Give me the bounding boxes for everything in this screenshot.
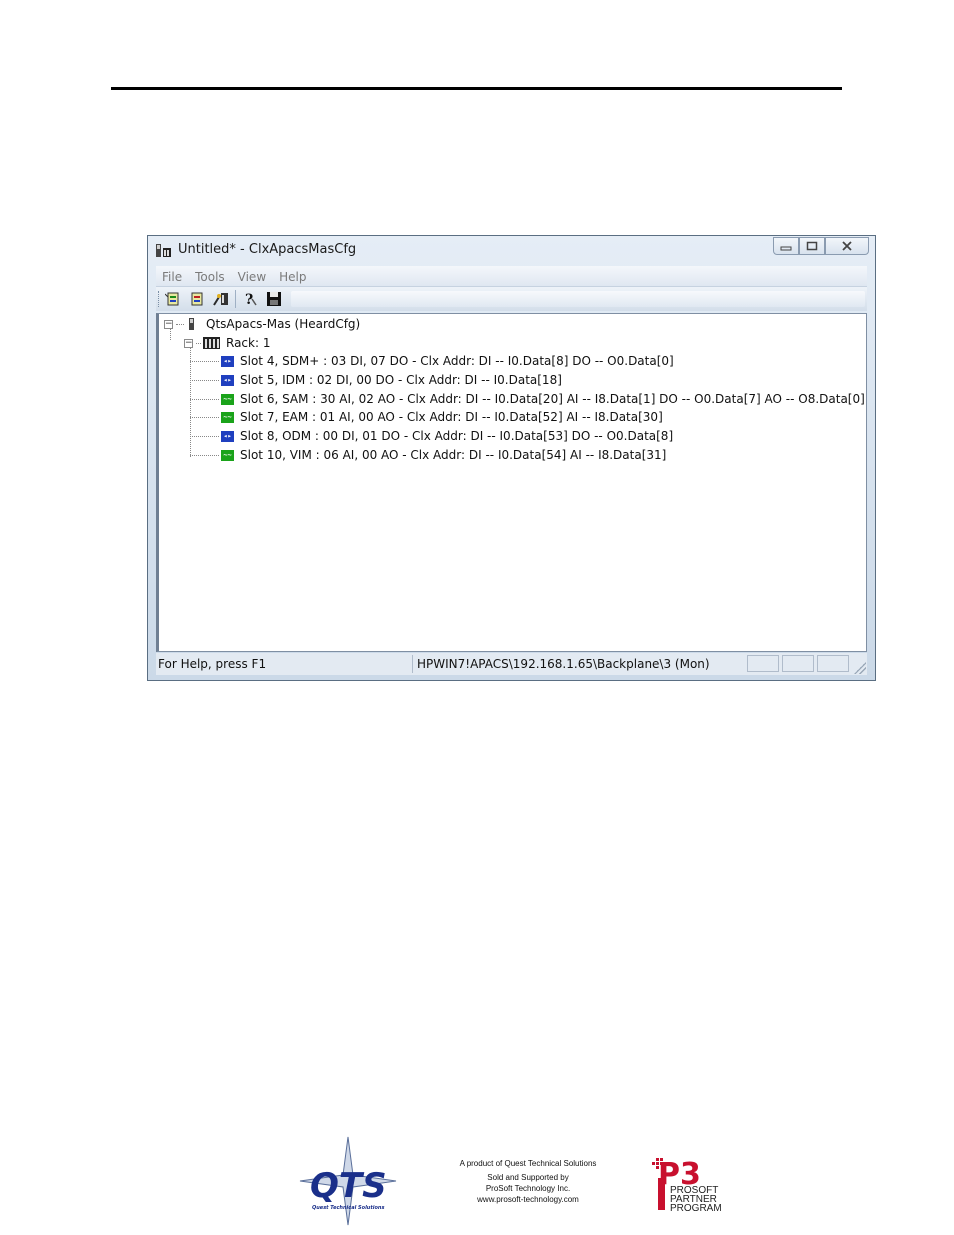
tree-node-slot[interactable]: ◂▸ Slot 4, SDM+ : 03 DI, 07 DO - Clx Add…	[190, 352, 674, 370]
svg-text:Quest Technical Solutions: Quest Technical Solutions	[312, 1205, 384, 1211]
slot-label: Slot 7, EAM : 01 AI, 00 AO - Clx Addr: D…	[240, 410, 663, 424]
analog-module-icon: ~~	[221, 411, 234, 423]
slot-label: Slot 4, SDM+ : 03 DI, 07 DO - Clx Addr: …	[240, 354, 674, 368]
app-icon	[156, 244, 171, 257]
configure-icon	[213, 293, 228, 306]
menu-bar: File Tools View Help	[156, 266, 867, 287]
tree-node-slot[interactable]: ~~ Slot 6, SAM : 30 AI, 02 AO - Clx Addr…	[190, 390, 865, 408]
status-indicator-pane	[747, 655, 779, 672]
slot-label: Slot 5, IDM : 02 DI, 00 DO - Clx Addr: D…	[240, 373, 562, 387]
footer-line: ProSoft Technology Inc.	[485, 1184, 571, 1193]
tree-node-rack-label: Rack: 1	[226, 336, 271, 350]
prosoft-partner-logo: P3 PROSOFT PARTNER PROGRAM	[652, 1157, 722, 1212]
tree-node-root[interactable]: − QtsApacs-Mas (HeardCfg)	[164, 315, 360, 333]
tree-connector	[190, 360, 219, 362]
save-icon	[267, 292, 281, 306]
rack-icon	[203, 337, 220, 349]
status-help-text: For Help, press F1	[158, 657, 267, 671]
minimize-icon	[780, 246, 792, 251]
module-tree[interactable]: − QtsApacs-Mas (HeardCfg) − Rack: 1 ◂▸ S…	[156, 313, 867, 652]
disconnect-icon	[191, 292, 203, 306]
status-bar: For Help, press F1 HPWIN7!APACS\192.168.…	[156, 653, 867, 675]
save-button[interactable]	[265, 290, 284, 308]
tree-node-slot[interactable]: ◂▸ Slot 8, ODM : 00 DI, 01 DO - Clx Addr…	[190, 427, 673, 445]
analog-module-icon: ~~	[221, 393, 234, 405]
controller-icon	[189, 318, 194, 330]
tree-connector	[190, 398, 219, 400]
qts-logo: QTS Quest Technical Solutions	[299, 1136, 397, 1226]
help-icon: ?	[245, 292, 257, 307]
menu-file[interactable]: File	[156, 268, 189, 284]
menu-tools[interactable]: Tools	[189, 268, 232, 284]
close-button[interactable]	[825, 237, 869, 255]
menu-view[interactable]: View	[232, 268, 273, 284]
status-indicator-pane	[817, 655, 849, 672]
digital-module-icon: ◂▸	[221, 355, 234, 367]
status-connection-path: HPWIN7!APACS\192.168.1.65\Backplane\3 (M…	[412, 655, 744, 673]
window-controls	[773, 237, 869, 255]
close-icon	[842, 241, 852, 251]
analog-module-icon: ~~	[221, 449, 234, 461]
disconnect-button[interactable]	[188, 290, 207, 308]
help-button[interactable]: ?	[241, 290, 260, 308]
tree-node-slot[interactable]: ◂▸ Slot 5, IDM : 02 DI, 00 DO - Clx Addr…	[190, 371, 562, 389]
toolbar: ?	[156, 287, 867, 311]
resize-grip[interactable]	[854, 662, 866, 674]
footer-credits: A product of Quest Technical Solutions S…	[452, 1158, 604, 1205]
toolbar-separator	[235, 290, 236, 308]
window-title: Untitled* - ClxApacsMasCfg	[178, 242, 357, 257]
svg-text:PROGRAM: PROGRAM	[670, 1203, 722, 1212]
footer-line: Sold and Supported by	[487, 1173, 569, 1182]
tree-node-slot[interactable]: ~~ Slot 7, EAM : 01 AI, 00 AO - Clx Addr…	[190, 408, 663, 426]
tree-connector	[190, 379, 219, 381]
maximize-button[interactable]	[799, 237, 825, 255]
footer-line: A product of Quest Technical Solutions	[459, 1159, 597, 1168]
connect-icon	[165, 292, 179, 306]
collapse-icon[interactable]: −	[184, 338, 193, 348]
minimize-button[interactable]	[773, 237, 799, 255]
tree-connector	[196, 342, 201, 344]
tree-node-root-label: QtsApacs-Mas (HeardCfg)	[206, 317, 361, 331]
footer-line: www.prosoft-technology.com	[477, 1195, 579, 1204]
app-window: Untitled* - ClxApacsMasCfg File Tools View…	[147, 235, 876, 681]
tree-connector	[176, 323, 184, 325]
connect-button[interactable]	[164, 290, 183, 308]
slot-label: Slot 6, SAM : 30 AI, 02 AO - Clx Addr: D…	[240, 392, 865, 406]
tree-node-rack[interactable]: − Rack: 1	[184, 334, 270, 352]
slot-label: Slot 10, VIM : 06 AI, 00 AO - Clx Addr: …	[240, 448, 667, 462]
svg-text:QTS: QTS	[310, 1166, 387, 1206]
toolbar-grip[interactable]	[158, 291, 162, 307]
tree-node-slot[interactable]: ~~ Slot 10, VIM : 06 AI, 00 AO - Clx Add…	[190, 446, 666, 464]
digital-module-icon: ◂▸	[221, 374, 234, 386]
page-top-rule	[111, 87, 842, 90]
slot-label: Slot 8, ODM : 00 DI, 01 DO - Clx Addr: D…	[240, 429, 674, 443]
configure-button[interactable]	[212, 290, 231, 308]
title-bar[interactable]: Untitled* - ClxApacsMasCfg	[148, 236, 875, 264]
maximize-icon	[806, 241, 818, 251]
tree-connector	[190, 416, 219, 418]
menu-help[interactable]: Help	[273, 268, 313, 284]
digital-module-icon: ◂▸	[221, 430, 234, 442]
toolbar-empty-area	[291, 291, 865, 307]
tree-connector	[190, 454, 219, 456]
status-indicator-pane	[782, 655, 814, 672]
collapse-icon[interactable]: −	[164, 319, 173, 329]
tree-connector	[190, 435, 219, 437]
